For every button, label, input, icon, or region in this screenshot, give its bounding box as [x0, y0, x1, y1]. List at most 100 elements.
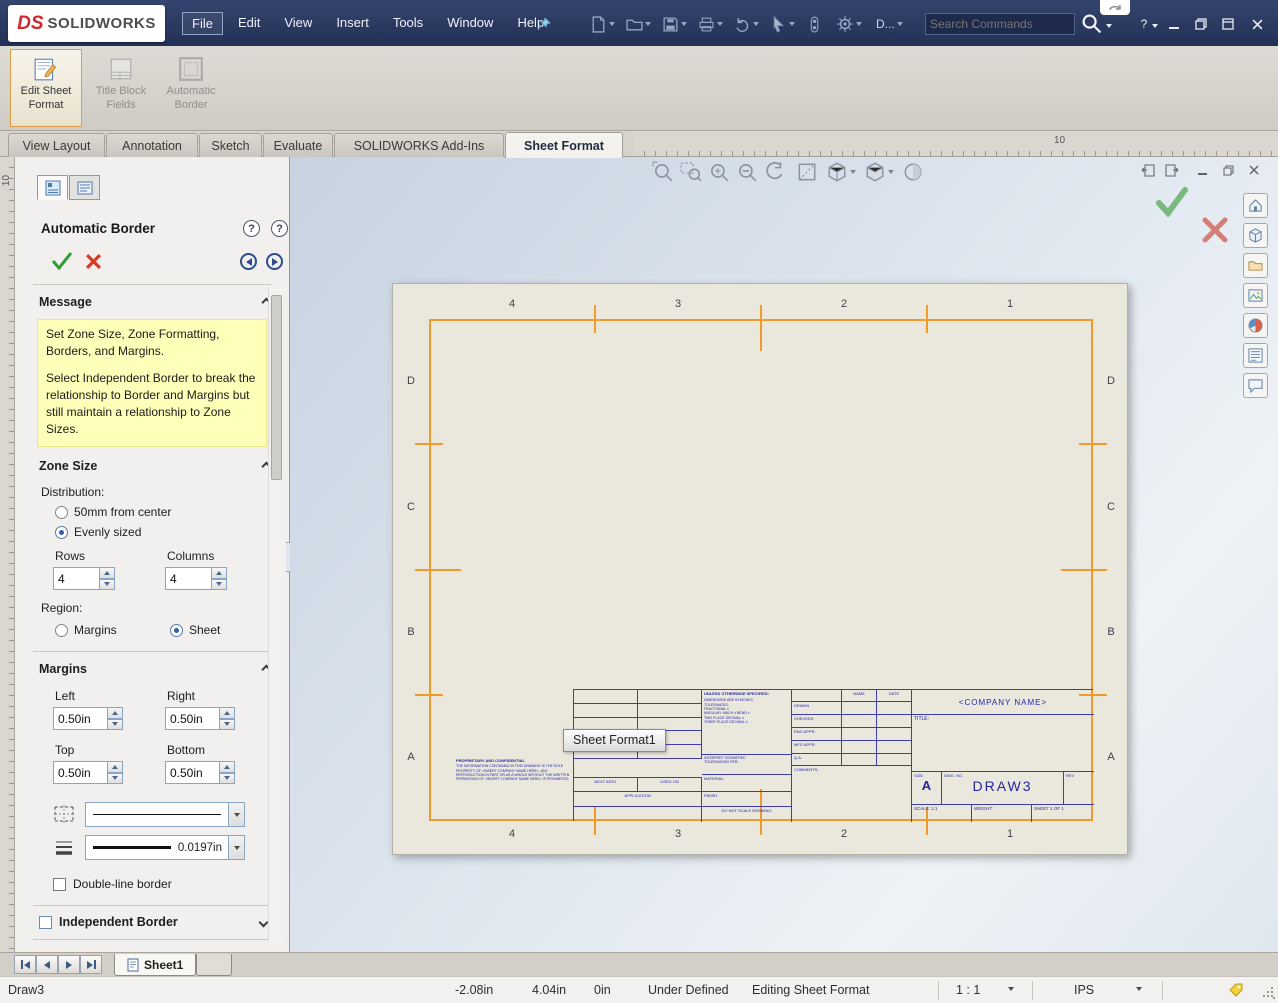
right-margin-spinner[interactable] [165, 707, 235, 730]
last-sheet-button[interactable] [80, 955, 102, 974]
menu-window[interactable]: Window [438, 12, 502, 35]
back-button[interactable] [240, 253, 257, 270]
confirm-ok-button[interactable] [1156, 187, 1188, 217]
border-line-style-dropdown[interactable] [85, 802, 245, 827]
zoom-to-selection-icon[interactable] [736, 161, 758, 183]
zoom-in-out-icon[interactable] [708, 161, 730, 183]
chevron-down-icon[interactable] [753, 22, 759, 26]
previous-document-button[interactable] [1138, 162, 1158, 178]
search-commands-box[interactable] [925, 13, 1075, 35]
print-button[interactable] [698, 13, 723, 35]
chevron-down-icon[interactable] [717, 22, 723, 26]
chevron-down-icon[interactable] [888, 170, 894, 174]
select-button[interactable] [770, 13, 795, 35]
drawing-sheet[interactable]: 4 3 2 1 4 3 2 1 D C B A D C B A [392, 283, 1128, 855]
message-section-header[interactable]: Message [39, 295, 267, 309]
add-sheet-tab[interactable] [196, 954, 232, 976]
help-chevron-icon[interactable] [1152, 24, 1158, 28]
first-sheet-button[interactable] [14, 955, 36, 974]
menu-view[interactable]: View [275, 12, 321, 35]
search-input[interactable] [930, 17, 1070, 31]
search-scope-chevron-icon[interactable] [1106, 24, 1112, 28]
top-margin-input[interactable] [53, 761, 108, 784]
rows-spinner[interactable] [53, 567, 115, 590]
menu-insert[interactable]: Insert [327, 12, 378, 35]
doc-restore-button[interactable] [1218, 162, 1238, 178]
display-style-icon[interactable] [864, 161, 886, 183]
left-margin-spinner[interactable] [53, 707, 123, 730]
radio-evenly-sized[interactable]: Evenly sized [55, 525, 141, 539]
design-library-button[interactable] [1243, 223, 1268, 248]
previous-view-icon[interactable] [764, 161, 786, 183]
chevron-down-icon[interactable] [609, 22, 615, 26]
section-view-icon[interactable] [796, 161, 818, 183]
spin-down-button[interactable] [108, 773, 123, 785]
next-sheet-button[interactable] [58, 955, 80, 974]
tab-sketch[interactable]: Sketch [199, 133, 262, 157]
title-block[interactable]: NEXT ASSY USED ON APPLICATION UNLESS OTH… [573, 689, 1093, 821]
d-dropdown-button[interactable]: D... [876, 13, 903, 35]
chevron-down-icon[interactable] [681, 22, 687, 26]
independent-border-section-header[interactable]: Independent Border [39, 915, 267, 929]
pin-menubar-button[interactable] [536, 13, 552, 35]
automatic-border-button[interactable]: Automatic Border [158, 49, 224, 127]
spin-down-button[interactable] [212, 579, 227, 591]
double-line-border-checkbox[interactable]: Double-line border [53, 877, 172, 891]
previous-sheet-button[interactable] [36, 955, 58, 974]
doc-close-button[interactable] [1244, 162, 1264, 178]
sheet1-tab[interactable]: Sheet1 [114, 954, 196, 976]
units-chevron-icon[interactable] [1136, 987, 1142, 991]
cancel-button[interactable] [85, 253, 102, 270]
chevron-down-icon[interactable] [856, 22, 862, 26]
home-tab-button[interactable] [1243, 193, 1268, 218]
tag-icon[interactable] [1228, 982, 1244, 998]
tab-sheet-format[interactable]: Sheet Format [505, 132, 623, 158]
columns-input[interactable] [165, 567, 212, 590]
scrollbar-thumb[interactable] [271, 295, 282, 480]
view-orientation-icon[interactable] [826, 161, 848, 183]
propertymanager-tab[interactable] [37, 175, 68, 200]
spin-up-button[interactable] [108, 707, 123, 719]
independent-border-checkbox[interactable] [39, 916, 52, 929]
bottom-margin-spinner[interactable] [165, 761, 235, 784]
configuration-tab[interactable] [69, 175, 100, 200]
right-margin-input[interactable] [165, 707, 220, 730]
tab-view-layout[interactable]: View Layout [8, 133, 105, 157]
ok-button[interactable] [51, 251, 73, 271]
next-document-button[interactable] [1162, 162, 1182, 178]
radio-margins[interactable]: Margins [55, 623, 117, 637]
spin-up-button[interactable] [220, 761, 235, 773]
view-palette-button[interactable] [1243, 283, 1268, 308]
spin-up-button[interactable] [100, 567, 115, 579]
spin-up-button[interactable] [108, 761, 123, 773]
custom-properties-button[interactable] [1243, 343, 1268, 368]
dropdown-button[interactable] [228, 836, 244, 859]
tab-solidworks-add-ins[interactable]: SOLIDWORKS Add-Ins [334, 133, 504, 157]
tab-evaluate[interactable]: Evaluate [263, 133, 333, 157]
spin-down-button[interactable] [108, 719, 123, 731]
whats-new-help-icon[interactable]: ? [243, 220, 260, 237]
chevron-down-icon[interactable] [789, 22, 795, 26]
spin-down-button[interactable] [220, 773, 235, 785]
help-icon[interactable]: ? [271, 220, 288, 237]
edit-sheet-format-button[interactable]: Edit Sheet Format [10, 49, 82, 127]
scale-chevron-icon[interactable] [1008, 987, 1014, 991]
unit-system[interactable]: IPS [1074, 983, 1094, 997]
menu-edit[interactable]: Edit [229, 12, 269, 35]
forward-button[interactable] [266, 253, 283, 270]
dropdown-button[interactable] [228, 803, 244, 826]
chevron-down-icon[interactable] [850, 170, 856, 174]
zoom-to-area-icon[interactable] [680, 161, 702, 183]
resize-grip[interactable] [1263, 987, 1275, 999]
undo-button[interactable] [734, 13, 759, 35]
spin-up-button[interactable] [220, 707, 235, 719]
bottom-margin-input[interactable] [165, 761, 220, 784]
file-explorer-button[interactable] [1243, 253, 1268, 278]
restore-button[interactable] [1190, 14, 1212, 34]
search-icon[interactable] [1080, 12, 1104, 36]
save-button[interactable] [662, 13, 687, 35]
confirm-cancel-button[interactable] [1202, 217, 1228, 243]
spin-down-button[interactable] [100, 579, 115, 591]
new-window-button[interactable] [1217, 14, 1239, 34]
tab-annotation[interactable]: Annotation [106, 133, 198, 157]
